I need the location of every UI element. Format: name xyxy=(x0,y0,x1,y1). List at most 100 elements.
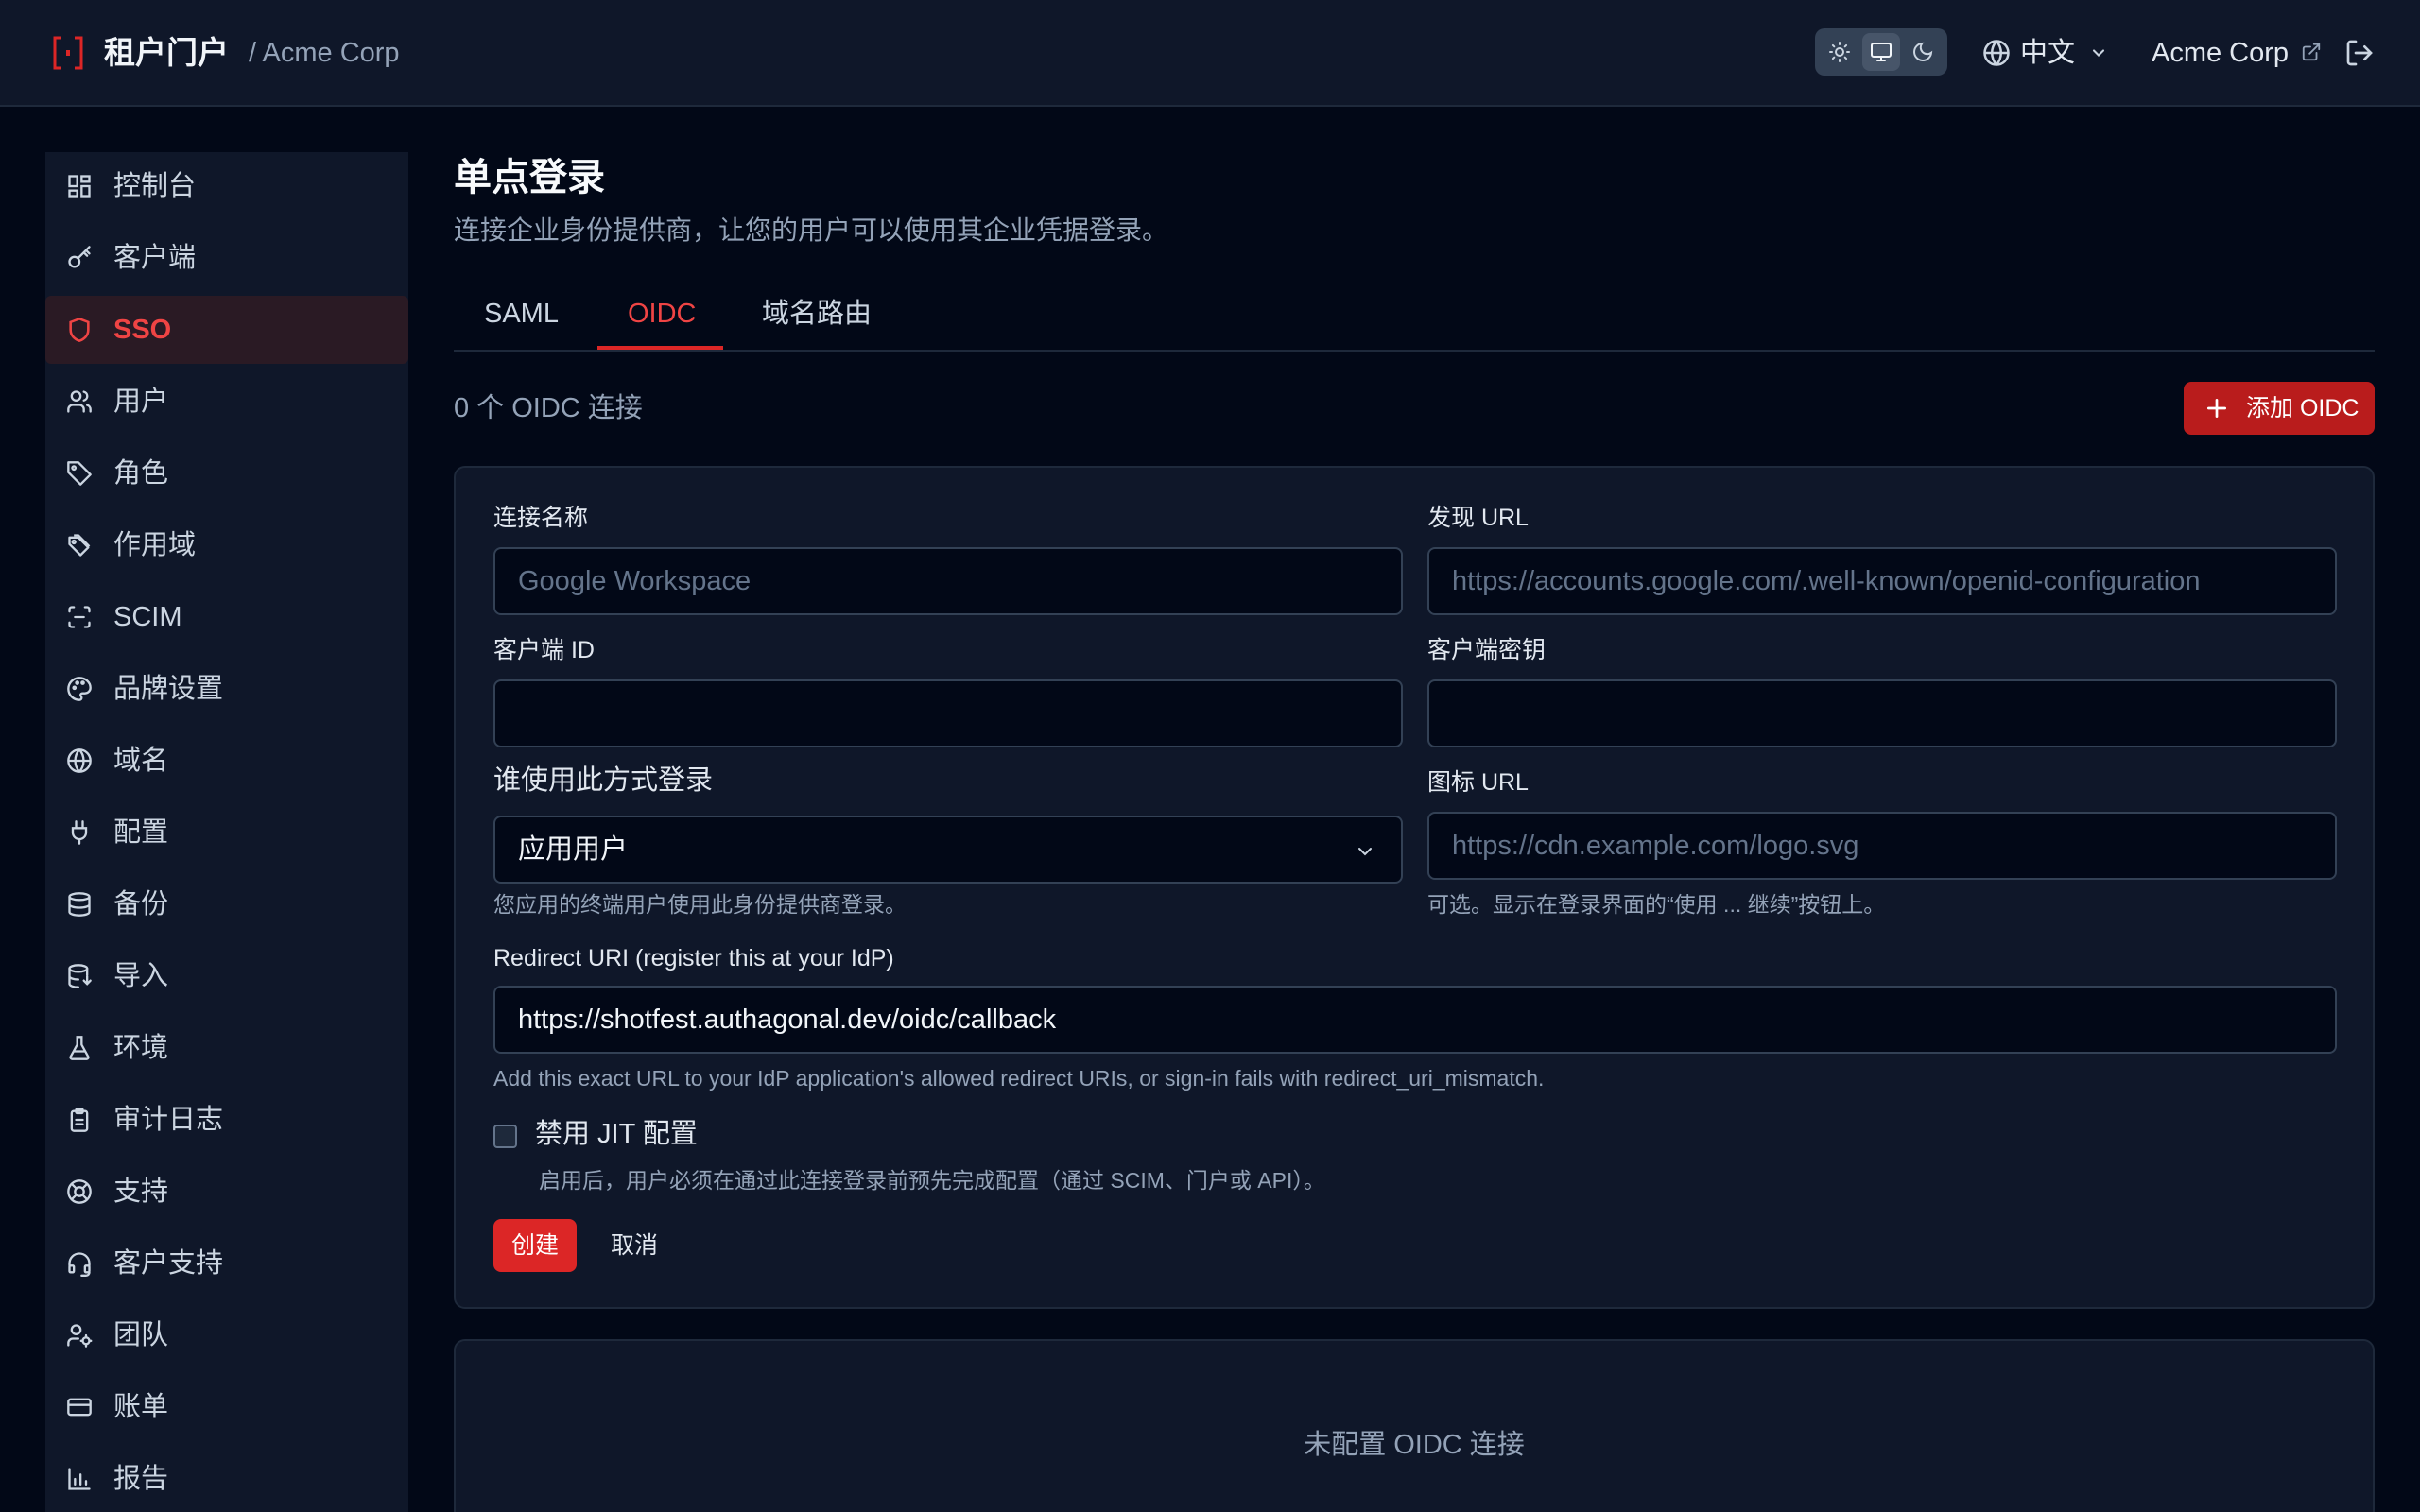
sun-icon xyxy=(1829,42,1850,62)
sidebar-item-label: 作用域 xyxy=(113,530,197,560)
tab-saml[interactable]: SAML xyxy=(484,293,559,335)
disable-jit-checkbox[interactable] xyxy=(493,1125,517,1148)
sidebar-item-customer-support[interactable]: 客户支持 xyxy=(45,1229,408,1297)
icon-url-hint: 可选。显示在登录界面的“使用 ... 继续”按钮上。 xyxy=(1427,892,1886,917)
theme-dark-button[interactable] xyxy=(1904,33,1942,71)
empty-state-text: 未配置 OIDC 连接 xyxy=(1304,1430,1525,1460)
sidebar-item-label: 支持 xyxy=(113,1177,169,1207)
redirect-uri-input[interactable]: https://shotfest.authagonal.dev/oidc/cal… xyxy=(493,986,2337,1054)
sidebar-item-environments[interactable]: 环境 xyxy=(45,1014,408,1082)
scan-icon xyxy=(68,606,91,628)
sidebar-item-roles[interactable]: 角色 xyxy=(45,439,408,507)
users-icon xyxy=(67,390,92,413)
sidebar-item-sso[interactable]: SSO xyxy=(45,296,408,364)
sidebar-item-label: 角色 xyxy=(113,458,169,489)
create-button[interactable]: 创建 xyxy=(493,1219,577,1272)
sidebar-item-label: 客户端 xyxy=(113,243,197,273)
logout-icon[interactable] xyxy=(2344,38,2375,68)
plug-icon xyxy=(71,820,88,845)
sidebar-item-label: 用户 xyxy=(113,387,169,417)
disable-jit-hint: 启用后，用户必须在通过此连接登录前预先完成配置（通过 SCIM、门户或 API）… xyxy=(539,1168,1325,1193)
audience-select-value: 应用用户 xyxy=(518,834,629,865)
credit-card-icon xyxy=(67,1398,92,1417)
page-title: 单点登录 xyxy=(454,157,605,198)
sidebar-item-import[interactable]: 导入 xyxy=(45,942,408,1010)
sidebar-item-reports[interactable]: 报告 xyxy=(45,1445,408,1512)
sidebar-item-label: 审计日志 xyxy=(113,1105,224,1135)
sidebar-item-label: 报告 xyxy=(113,1464,169,1494)
sidebar: 控制台 客户端 SSO 用户 角色 作用域 SCIM 品牌设置 域名 配置 备份 xyxy=(45,152,408,1512)
connection-name-input[interactable]: Google Workspace xyxy=(493,547,1403,615)
audience-select[interactable]: 应用用户 xyxy=(493,816,1403,884)
redirect-uri-hint: Add this exact URL to your IdP applicati… xyxy=(493,1066,1545,1091)
sidebar-item-label: 导入 xyxy=(113,961,169,991)
cancel-button[interactable]: 取消 xyxy=(611,1229,658,1262)
disable-jit-label[interactable]: 禁用 JIT 配置 xyxy=(535,1118,698,1150)
sidebar-item-provisioning[interactable]: 配置 xyxy=(45,799,408,867)
active-tab-indicator xyxy=(597,346,723,350)
discovery-url-input[interactable]: https://accounts.google.com/.well-known/… xyxy=(1427,547,2337,615)
sidebar-item-clients[interactable]: 客户端 xyxy=(45,224,408,292)
sidebar-item-label: 配置 xyxy=(113,817,169,848)
external-link-icon xyxy=(2302,43,2321,61)
top-bar: 租户门户 / Acme Corp 中文 Acme Corp xyxy=(0,0,2420,107)
sidebar-item-label: SCIM xyxy=(113,602,182,632)
app-title: 租户门户 xyxy=(104,35,229,70)
empty-state-card: 未配置 OIDC 连接 xyxy=(454,1339,2375,1512)
add-oidc-button[interactable]: 添加 OIDC xyxy=(2184,382,2375,435)
sidebar-item-label: 客户支持 xyxy=(113,1248,224,1279)
sidebar-item-backup[interactable]: 备份 xyxy=(45,870,408,938)
sidebar-item-label: 品牌设置 xyxy=(113,674,224,704)
sidebar-item-scopes[interactable]: 作用域 xyxy=(45,511,408,579)
oidc-form-card: 连接名称 Google Workspace 发现 URL https://acc… xyxy=(454,466,2375,1309)
sidebar-item-scim[interactable]: SCIM xyxy=(45,583,408,651)
sidebar-item-label: SSO xyxy=(113,315,172,345)
sidebar-item-label: 环境 xyxy=(113,1033,169,1063)
tag-icon xyxy=(67,461,92,486)
sidebar-item-label: 域名 xyxy=(113,746,169,776)
sidebar-item-domains[interactable]: 域名 xyxy=(45,727,408,795)
sidebar-item-billing[interactable]: 账单 xyxy=(45,1373,408,1441)
globe-icon xyxy=(67,748,92,773)
lifebuoy-icon xyxy=(67,1179,92,1204)
org-link[interactable]: Acme Corp xyxy=(2152,32,2289,74)
page-subtitle: 连接企业身份提供商，让您的用户可以使用其企业凭据登录。 xyxy=(454,215,1169,245)
monitor-icon xyxy=(1871,43,1892,61)
sidebar-item-team[interactable]: 团队 xyxy=(45,1301,408,1369)
sidebar-item-label: 备份 xyxy=(113,889,169,919)
tab-domain-routing[interactable]: 域名路由 xyxy=(762,293,872,335)
plus-icon xyxy=(2206,398,2227,419)
logo-icon xyxy=(53,36,83,70)
language-label: 中文 xyxy=(2020,38,2076,68)
redirect-uri-label: Redirect URI (register this at your IdP) xyxy=(493,945,894,971)
client-id-input[interactable] xyxy=(493,679,1403,747)
bar-chart-icon xyxy=(68,1468,91,1490)
flask-icon xyxy=(69,1036,90,1060)
audience-label: 谁使用此方式登录 xyxy=(493,765,714,796)
sidebar-item-branding[interactable]: 品牌设置 xyxy=(45,655,408,723)
sidebar-item-dashboard[interactable]: 控制台 xyxy=(45,152,408,220)
icon-url-input[interactable]: https://cdn.example.com/logo.svg xyxy=(1427,812,2337,880)
globe-icon xyxy=(1983,40,2010,66)
connection-count: 0 个 OIDC 连接 xyxy=(454,393,643,423)
theme-system-button[interactable] xyxy=(1862,33,1900,71)
sidebar-item-audit-log[interactable]: 审计日志 xyxy=(45,1086,408,1154)
discovery-url-label: 发现 URL xyxy=(1427,505,1529,531)
key-icon xyxy=(68,246,91,268)
client-secret-input[interactable] xyxy=(1427,679,2337,747)
breadcrumb: / Acme Corp xyxy=(249,38,400,68)
database-import-icon xyxy=(68,964,92,988)
audience-hint: 您应用的终端用户使用此身份提供商登录。 xyxy=(493,892,907,917)
clipboard-icon xyxy=(70,1108,89,1132)
icon-url-label: 图标 URL xyxy=(1427,769,1529,796)
sidebar-item-label: 账单 xyxy=(113,1392,169,1422)
theme-light-button[interactable] xyxy=(1821,33,1858,71)
tab-oidc[interactable]: OIDC xyxy=(628,293,697,335)
sidebar-item-users[interactable]: 用户 xyxy=(45,368,408,436)
palette-icon xyxy=(67,677,92,701)
sidebar-item-support[interactable]: 支持 xyxy=(45,1158,408,1226)
client-secret-label: 客户端密钥 xyxy=(1427,637,1547,663)
chevron-down-icon xyxy=(1358,848,1372,856)
add-oidc-label: 添加 OIDC xyxy=(2246,395,2360,421)
tab-bar: SAML OIDC 域名路由 xyxy=(454,284,2375,352)
